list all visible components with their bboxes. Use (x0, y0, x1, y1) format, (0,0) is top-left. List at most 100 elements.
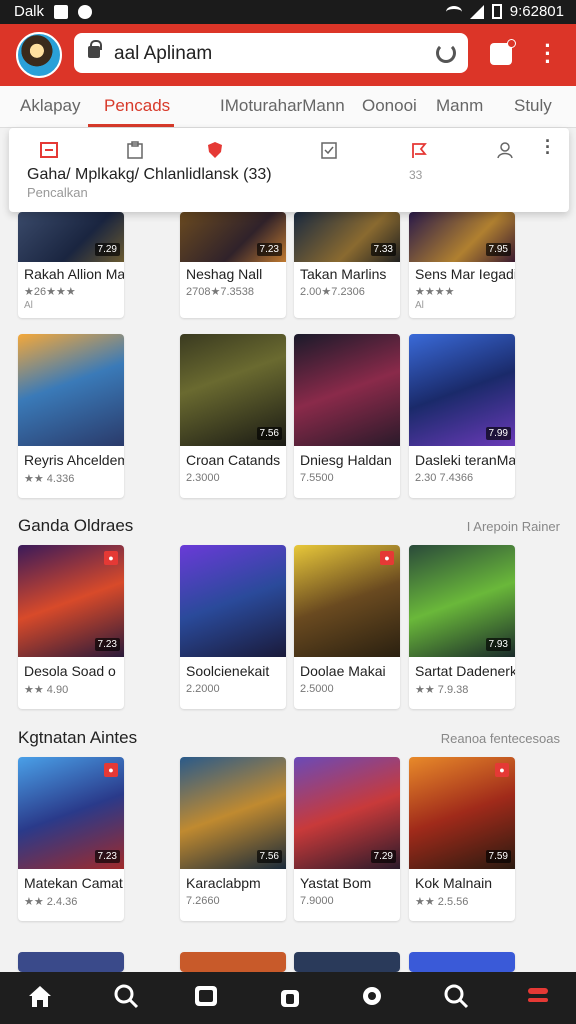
game-card[interactable]: Reyris Ahceldemaro ★★ 4.336 (18, 334, 124, 498)
browser-toolbar: aal Aplinam · · · (0, 24, 576, 86)
game-title: Yastat Bom (300, 875, 372, 891)
game-thumbnail: ● 7.23 (18, 757, 124, 869)
badge-icon: ● (495, 763, 509, 777)
game-rating: 7.5500 (300, 472, 334, 484)
game-thumbnail: 7.99 (409, 334, 515, 446)
badge-icon: ● (104, 551, 118, 565)
game-thumbnail (409, 952, 515, 972)
settings-icon[interactable] (358, 982, 386, 1010)
game-rating: ★★ 7.9.38 (415, 684, 469, 696)
menu-lines-icon[interactable] (524, 982, 552, 1010)
game-card[interactable]: 7.56 Croan Catands 2.3000 (180, 334, 286, 498)
game-title: Neshag Nall (186, 266, 263, 282)
game-thumbnail: 7.29 (18, 212, 124, 262)
tab-category-active[interactable]: Pencads (104, 96, 170, 116)
game-card[interactable]: 7.29 Yastat Bom 7.9000 (294, 757, 400, 921)
search-icon[interactable] (112, 982, 140, 1010)
flag-icon[interactable] (409, 140, 429, 160)
game-card[interactable]: ● 7.23 Matekan Camat ★★ 2.4.36 (18, 757, 124, 921)
game-card[interactable]: 7.95 Sens Mar Iegadi ★★★★ Al (409, 212, 515, 318)
game-thumbnail (294, 334, 400, 446)
game-thumbnail: 7.33 (294, 212, 400, 262)
checklist-icon[interactable] (319, 140, 339, 160)
game-rating: 7.2660 (186, 895, 220, 907)
game-thumbnail: 7.56 (180, 334, 286, 446)
profile-avatar[interactable] (16, 32, 62, 78)
reload-icon[interactable] (436, 43, 456, 63)
game-title: Desola Soad o (24, 663, 116, 679)
game-title: Sens Mar Iegadi (415, 266, 515, 282)
game-title: Soolcienekait (186, 663, 270, 679)
tabs-button[interactable] (490, 39, 516, 65)
game-title: Takan Marlins (300, 266, 387, 282)
tab-category[interactable]: Oonooi (362, 96, 417, 116)
game-rating: ★★ 2.4.36 (24, 896, 78, 908)
game-card[interactable]: 7.33 Takan Marlins 2.00★7.2306 (294, 212, 400, 318)
tab-category[interactable]: Aklapay (20, 96, 80, 116)
game-title: Matekan Camat (24, 875, 123, 891)
more-icon[interactable]: · · · (545, 132, 551, 162)
address-text[interactable]: aal Aplinam (114, 43, 212, 65)
game-card-partial[interactable] (180, 952, 286, 972)
user-icon[interactable] (495, 140, 515, 160)
game-card[interactable]: ● 7.23 Desola Soad o ★★ 4.90 (18, 545, 124, 709)
game-rating: 2.3000 (186, 472, 220, 484)
search-icon-2[interactable] (442, 982, 470, 1010)
game-card[interactable]: 7.93 Sartat Dadenerka ★★ 7.9.38 (409, 545, 515, 709)
game-thumbnail (180, 952, 286, 972)
game-rating: 7.9000 (300, 895, 334, 907)
game-title: Reyris Ahceldemaro (24, 452, 124, 468)
game-title: Doolae Makai (300, 663, 386, 679)
address-bar[interactable]: aal Aplinam (74, 33, 468, 73)
game-card[interactable]: Soolcienekait 2.2000 (180, 545, 286, 709)
game-thumbnail: 7.93 (409, 545, 515, 657)
game-card[interactable]: 7.56 Karaclabpm 7.2660 (180, 757, 286, 921)
game-thumbnail: ● (294, 545, 400, 657)
suggestion-card[interactable]: · · · Gaha/ Mplkakg/ Chlanlidlansk (33) Pe… (9, 128, 569, 212)
game-meta: Al (415, 300, 424, 311)
game-card[interactable]: 7.23 Neshag Nall 2708★7.3538 (180, 212, 286, 318)
signal-icon (469, 4, 484, 19)
section-see-all-link[interactable]: Reanoa fentecesoas (441, 731, 560, 746)
game-card[interactable]: ● 7.59 Kok Malnain ★★ 2.5.56 (409, 757, 515, 921)
game-rating: ★★ 4.90 (24, 684, 69, 696)
game-thumbnail (18, 334, 124, 446)
game-card[interactable]: Dniesg Haldan 7.5500 (294, 334, 400, 498)
game-rating: 2.30 7.4366 (415, 472, 474, 484)
game-rating: 2.5000 (300, 683, 334, 695)
tab-category[interactable]: IMoturaharMann (220, 96, 345, 116)
game-thumbnail: ● 7.59 (409, 757, 515, 869)
game-title: Sartat Dadenerka (415, 663, 515, 679)
menu-icon[interactable]: · · · (538, 35, 558, 73)
game-rating: 2708★7.3538 (186, 286, 254, 298)
game-thumbnail: 7.29 (294, 757, 400, 869)
home-icon[interactable] (26, 982, 54, 1010)
apps-icon[interactable] (192, 982, 220, 1010)
game-rating: ★★ 4.336 (24, 473, 75, 485)
category-tabs: Aklapay Pencads IMoturaharMann Oonooi Ma… (0, 86, 576, 128)
note-icon[interactable] (39, 140, 59, 160)
badge-icon: ● (104, 763, 118, 777)
gallery-icon (54, 4, 69, 19)
suggestion-title: Gaha/ Mplkakg/ Chlanlidlansk (33) (27, 166, 272, 183)
game-thumbnail (18, 952, 124, 972)
game-card[interactable]: 7.29 Rakah Allion Manai ★26★★★ Al (18, 212, 124, 318)
bag-icon[interactable] (276, 982, 304, 1010)
shield-icon[interactable] (205, 140, 225, 160)
game-thumbnail: 7.95 (409, 212, 515, 262)
game-card-partial[interactable] (409, 952, 515, 972)
game-card-partial[interactable] (294, 952, 400, 972)
tab-category[interactable]: Manm (436, 96, 483, 116)
game-rating: ★26★★★ (24, 286, 76, 298)
clipboard-icon[interactable] (125, 140, 145, 160)
game-card[interactable]: ● Doolae Makai 2.5000 (294, 545, 400, 709)
tab-category[interactable]: Stuly (514, 96, 552, 116)
section-see-all-link[interactable]: I Arepoin Rainer (467, 519, 560, 534)
section-title: Ganda Oldraes (18, 516, 134, 535)
game-thumbnail: 7.56 (180, 757, 286, 869)
game-card[interactable]: 7.99 Dasleki teranMan 2.30 7.4366 (409, 334, 515, 498)
game-thumbnail (180, 545, 286, 657)
game-card-partial[interactable] (18, 952, 124, 972)
lock-icon (88, 40, 102, 58)
battery-icon (491, 4, 502, 19)
